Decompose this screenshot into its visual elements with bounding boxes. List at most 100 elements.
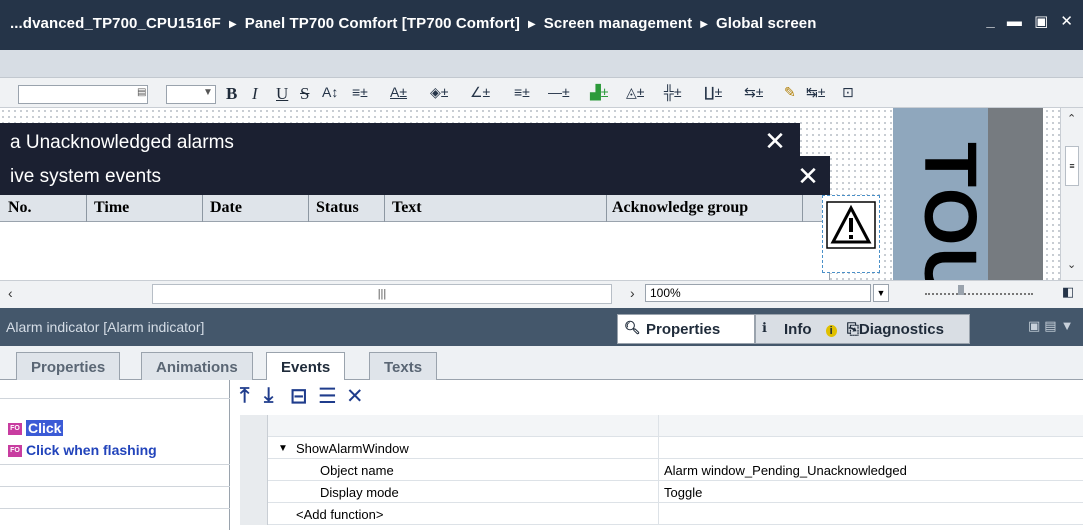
chevron-left-icon[interactable]: ‹: [8, 285, 13, 301]
line-weight-icon[interactable]: —±: [548, 84, 570, 100]
breadcrumb-separator: ▶: [700, 19, 708, 30]
add-function[interactable]: <Add function>: [296, 507, 383, 522]
line-style-icon[interactable]: ≡±: [514, 84, 530, 100]
zoom-slider-handle[interactable]: [958, 285, 964, 295]
expand-icon[interactable]: ☰: [318, 384, 337, 409]
close-icon[interactable]: ✕: [752, 123, 798, 160]
subtab-events[interactable]: Events: [266, 352, 346, 381]
breadcrumb-separator: ▶: [228, 19, 237, 30]
chevron-down-icon[interactable]: ⌄: [1067, 258, 1076, 271]
columns-icon[interactable]: ∐±: [704, 84, 722, 101]
scroll-thumb[interactable]: |||: [152, 284, 612, 304]
underline-button[interactable]: U: [276, 84, 288, 104]
param-value[interactable]: Alarm window_Pending_Unacknowledged: [664, 463, 907, 478]
table-row[interactable]: ▼ ShowAlarmWindow: [240, 437, 1083, 459]
move-down-icon[interactable]: ⤓: [264, 384, 273, 408]
chevron-right-icon[interactable]: ›: [630, 285, 635, 301]
expand-triangle-icon[interactable]: ▼: [278, 443, 288, 454]
delete-icon[interactable]: ✕: [346, 384, 364, 409]
zoom-slider[interactable]: [925, 291, 1033, 295]
panel-controls[interactable]: ▣▤▼: [1028, 318, 1077, 334]
strikethrough-button[interactable]: S: [300, 84, 309, 104]
alarm-window-pending-title: a Unacknowledged alarms: [10, 132, 234, 153]
italic-button[interactable]: I: [252, 84, 258, 104]
column-date[interactable]: Date: [210, 199, 242, 217]
function-name: ShowAlarmWindow: [296, 441, 409, 456]
chevron-down-icon[interactable]: ▼: [203, 87, 213, 98]
chevron-up-icon[interactable]: ⌃: [1067, 112, 1076, 125]
fill-color-icon[interactable]: ◈±: [430, 84, 448, 101]
editor-header-strip: [0, 50, 1083, 78]
distribute-icon[interactable]: ╬±: [664, 84, 682, 100]
touch-image: TOUC: [893, 108, 992, 358]
close-icon[interactable]: ✕: [786, 156, 830, 196]
zoom-icon[interactable]: ⊡: [842, 84, 854, 101]
event-click[interactable]: FO Click: [8, 420, 64, 436]
table-row[interactable]: Display mode Toggle: [240, 481, 1083, 503]
gradient-icon[interactable]: ▟±: [590, 84, 608, 101]
canvas-vertical-scrollbar[interactable]: ⌃ ≡ ⌄: [1060, 108, 1083, 280]
tab-diagnostics[interactable]: Diagnostics: [859, 321, 944, 338]
breadcrumb-global-screen[interactable]: Global screen: [716, 15, 817, 32]
function-table: ▼ ShowAlarmWindow Object name Alarm wind…: [240, 415, 1083, 530]
fit-screen-icon[interactable]: ◧: [1062, 284, 1074, 300]
table-row[interactable]: <Add function>: [240, 503, 1083, 525]
chevron-down-icon[interactable]: ▼: [873, 284, 889, 302]
spacing-icon[interactable]: ⇆±: [744, 84, 763, 101]
diagnostics-icon: ⎘: [846, 321, 859, 338]
table-row[interactable]: Object name Alarm window_Pending_Unackno…: [240, 459, 1083, 481]
event-icon: FO: [8, 445, 22, 458]
tab-info[interactable]: Info: [784, 321, 812, 338]
breadcrumb-screen-management[interactable]: Screen management: [544, 15, 692, 32]
title-bar: ...dvanced_TP700_CPU1516F ▶ Panel TP700 Co…: [0, 0, 1083, 50]
breadcrumb-device[interactable]: Panel TP700 Comfort [TP700 Comfort]: [245, 15, 520, 32]
alarm-window-system-title: ive system events: [10, 166, 161, 187]
alarm-indicator[interactable]: [822, 195, 880, 273]
table-header-row: [240, 415, 1083, 437]
alarm-window-pending-header[interactable]: a Unacknowledged alarms: [0, 123, 800, 160]
breadcrumb-project[interactable]: ...dvanced_TP700_CPU1516F: [10, 15, 221, 32]
text-color-icon[interactable]: A±: [390, 84, 407, 100]
scroll-thumb[interactable]: ≡: [1065, 146, 1079, 186]
subtab-properties[interactable]: Properties: [16, 352, 121, 380]
column-time[interactable]: Time: [94, 199, 129, 217]
list-icon[interactable]: ▤: [137, 87, 146, 98]
param-value[interactable]: Toggle: [664, 485, 702, 500]
style-icon[interactable]: ↹±: [806, 84, 825, 101]
column-acknowledge-group[interactable]: Acknowledge group: [612, 199, 748, 217]
zoom-select[interactable]: 100%: [645, 284, 871, 302]
param-name: Display mode: [320, 485, 399, 500]
warning-icon: [826, 201, 876, 249]
subtab-texts[interactable]: Texts: [369, 352, 438, 380]
alarm-column-header: No. Time Date Status Text Acknowledge gr…: [0, 195, 830, 222]
fill-pattern-icon[interactable]: ◬±: [626, 84, 644, 101]
inspector-header: Alarm indicator [Alarm indicator] 🔍︎ Prop…: [0, 308, 1083, 346]
param-name: Object name: [320, 463, 394, 478]
line-color-icon[interactable]: ∠±: [470, 84, 490, 101]
alarm-grid-body[interactable]: [0, 222, 830, 282]
event-click-when-flashing[interactable]: FO Click when flashing: [8, 442, 157, 458]
alarm-window-system-header[interactable]: ive system events: [0, 160, 830, 195]
move-up-icon[interactable]: ⤒: [240, 384, 249, 408]
properties-icon: 🔍︎: [624, 320, 641, 335]
property-subtabs: Properties Animations Events Texts: [0, 346, 1083, 381]
align-icon[interactable]: ≡±: [352, 84, 368, 100]
tab-properties[interactable]: 🔍︎ Properties: [617, 314, 755, 344]
function-list-toolbar: ⤒ ⤓ ⊟ ☰ ✕: [230, 380, 1083, 415]
event-list: FO Click FO Click when flashing: [0, 380, 230, 530]
formatting-toolbar: ▤ ▼ B I U S A↕ ≡± A± ◈± ∠± ≡± —± ▟± ◬± ╬…: [0, 78, 1083, 108]
inspector-title: Alarm indicator [Alarm indicator]: [6, 319, 205, 335]
brush-icon[interactable]: ✎: [784, 84, 796, 101]
font-size-icon[interactable]: A↕: [322, 84, 338, 100]
tab-info-diagnostics: ℹ Info i ⎘Diagnostics: [755, 314, 970, 344]
event-icon: FO: [8, 423, 22, 436]
font-name-field[interactable]: [18, 85, 148, 104]
window-controls[interactable]: _ ▬ ▣ ✕: [986, 12, 1077, 30]
column-no[interactable]: No.: [8, 199, 32, 217]
column-status[interactable]: Status: [316, 199, 359, 217]
column-text[interactable]: Text: [392, 199, 422, 217]
collapse-icon[interactable]: ⊟: [290, 384, 308, 409]
bold-button[interactable]: B: [226, 84, 237, 104]
breadcrumb-separator: ▶: [527, 19, 536, 30]
subtab-animations[interactable]: Animations: [141, 352, 253, 380]
